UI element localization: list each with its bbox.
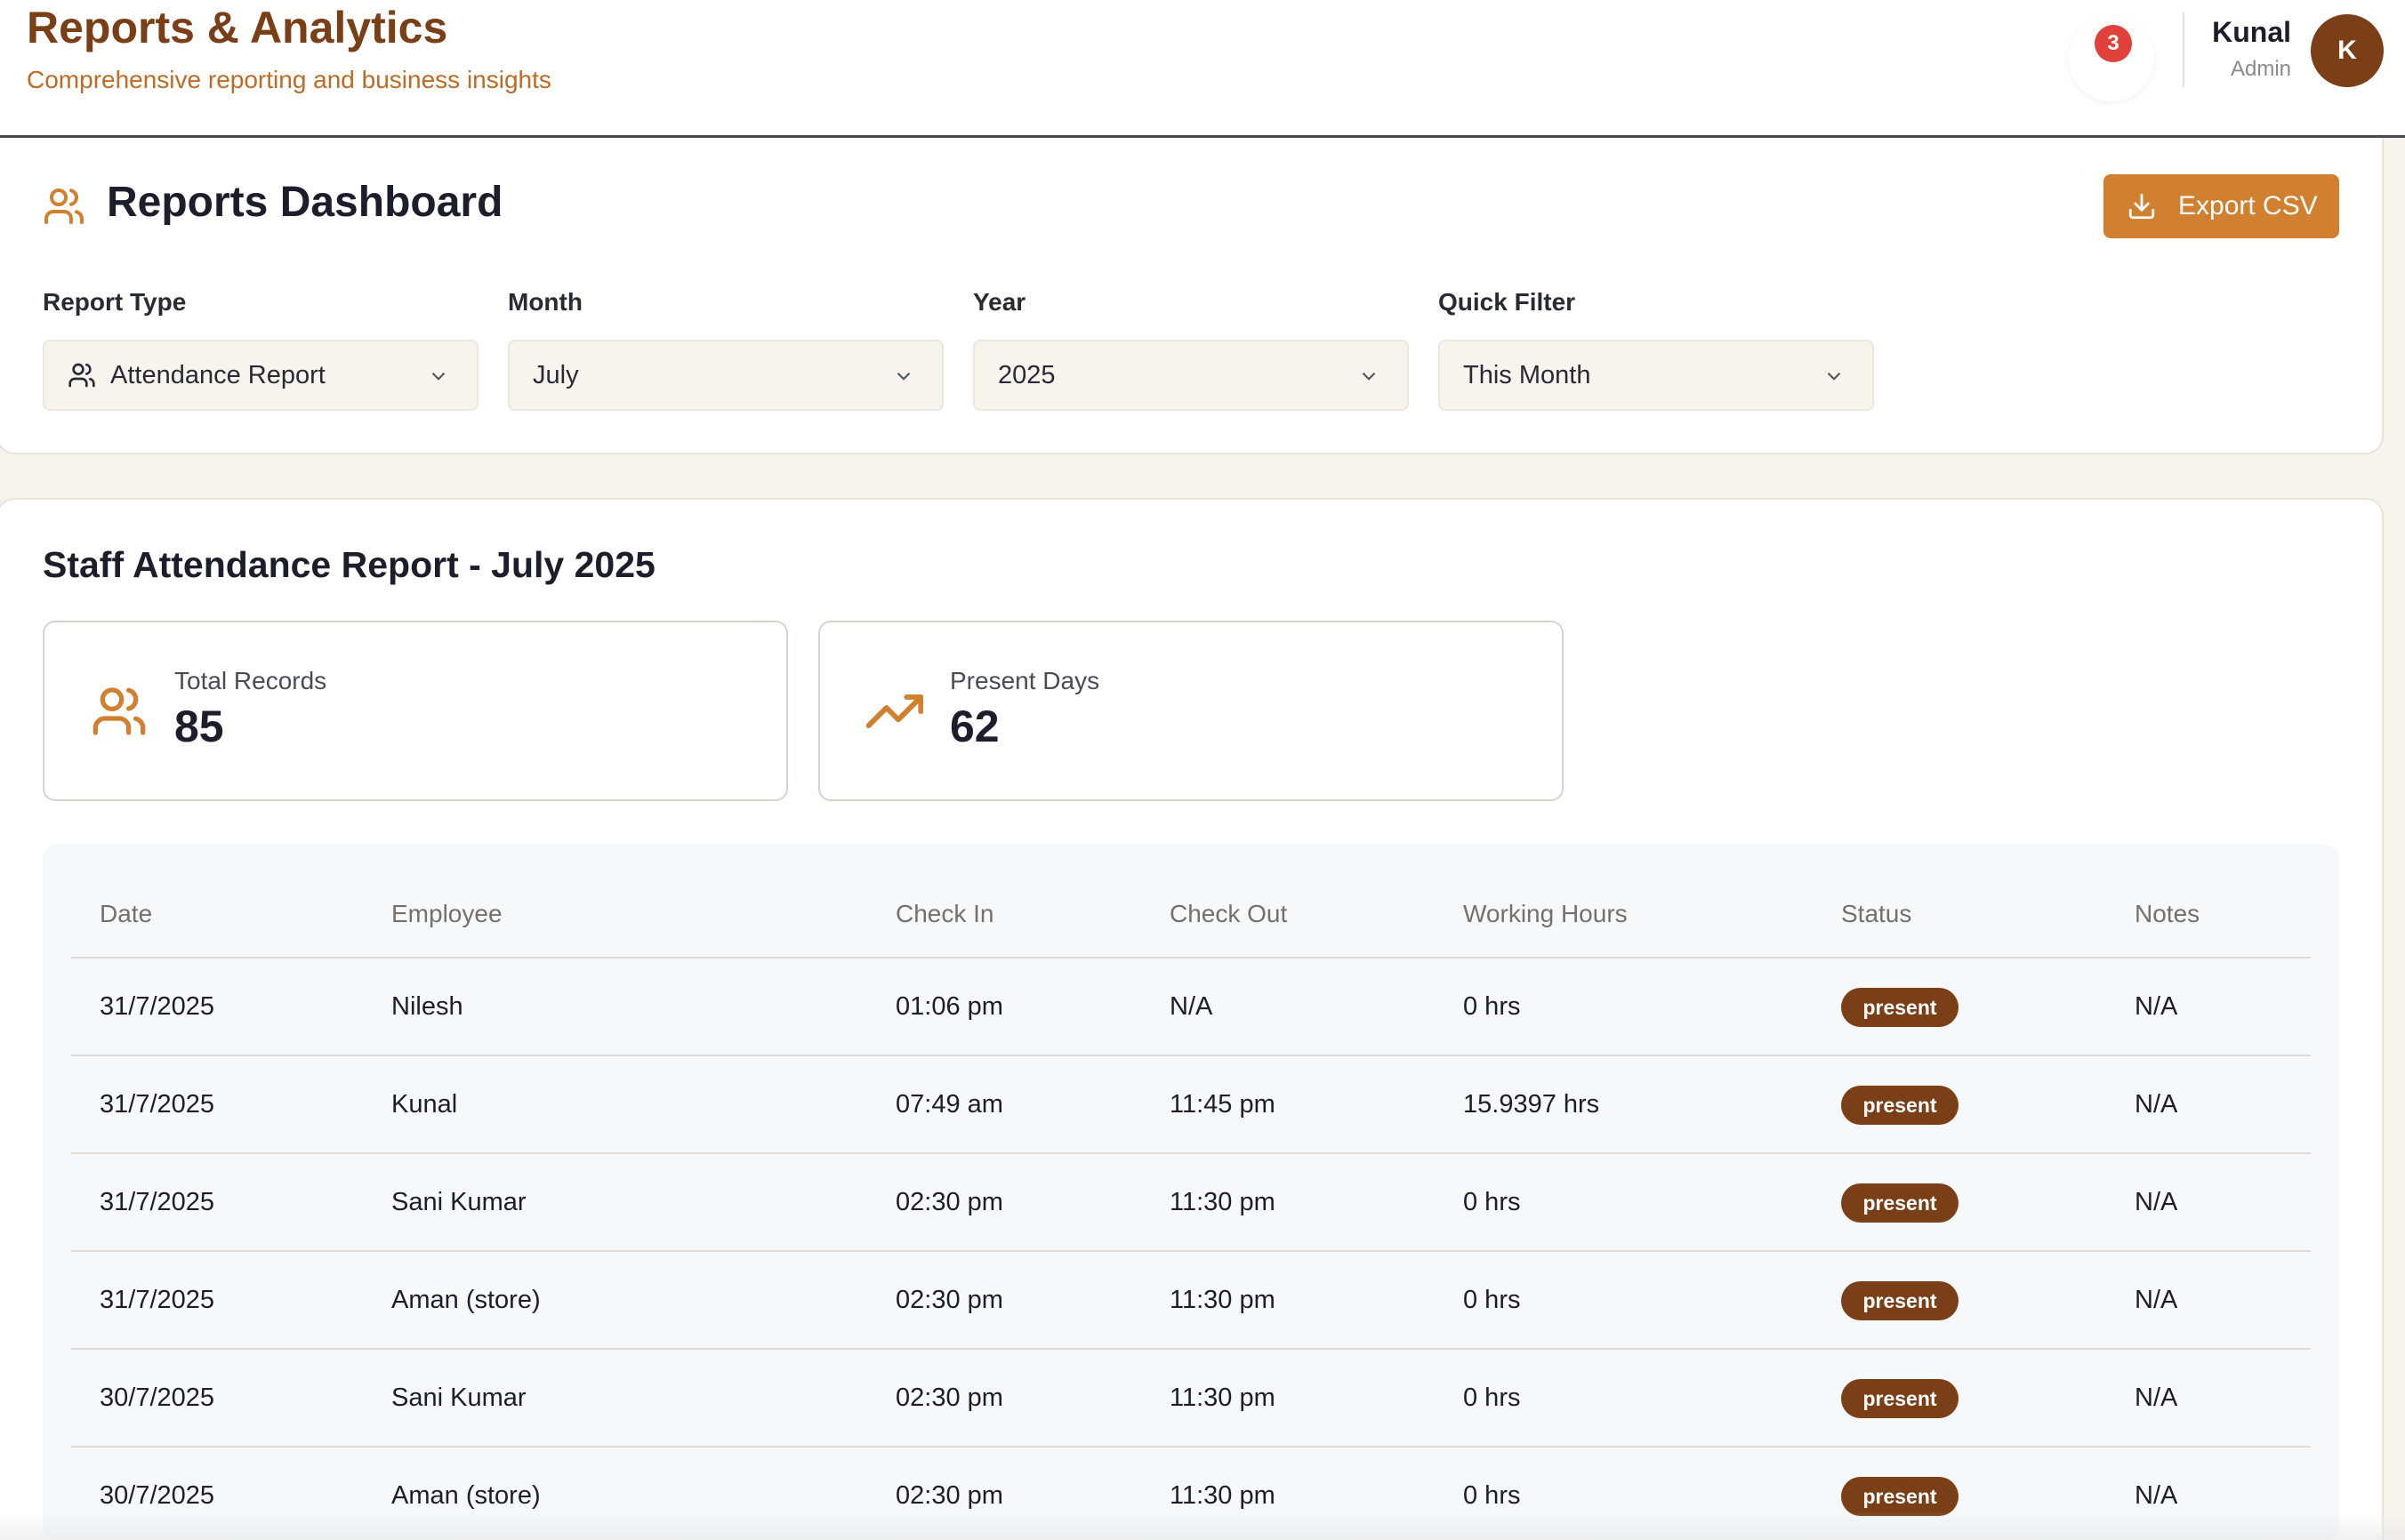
cell-employee: Aman (store) (391, 1286, 541, 1314)
column-header-employee[interactable]: Employee (391, 900, 503, 928)
column-header-working-hours[interactable]: Working Hours (1463, 900, 1628, 928)
download-icon (2128, 193, 2155, 220)
column-header-date[interactable]: Date (100, 900, 152, 928)
cell-working-hours: 0 hrs (1463, 1481, 1521, 1510)
cell-notes: N/A (2135, 992, 2178, 1021)
avatar[interactable]: K (2311, 14, 2384, 87)
report-type-value: Attendance Report (110, 360, 326, 389)
cell-check-in: 01:06 pm (896, 992, 1003, 1021)
year-value: 2025 (998, 360, 1056, 389)
row-divider (71, 1446, 2311, 1448)
chevron-down-icon (431, 372, 446, 381)
cell-working-hours: 0 hrs (1463, 1384, 1521, 1412)
stat-value: 62 (950, 702, 1000, 751)
cell-check-in: 02:30 pm (896, 1188, 1003, 1216)
quick-filter-value: This Month (1463, 360, 1591, 389)
cell-working-hours: 15.9397 hrs (1463, 1090, 1600, 1119)
year-select[interactable]: 2025 (973, 340, 1409, 411)
cell-working-hours: 0 hrs (1463, 1286, 1521, 1314)
cell-notes: N/A (2135, 1188, 2178, 1216)
stat-label: Present Days (950, 667, 1100, 694)
report-type-select[interactable]: Attendance Report (43, 340, 479, 411)
cell-notes: N/A (2135, 1481, 2178, 1510)
month-select[interactable]: July (508, 340, 944, 411)
stat-card-total-records: Total Records 85 (43, 621, 788, 801)
cell-check-in: 02:30 pm (896, 1481, 1003, 1510)
chevron-down-icon (897, 372, 911, 381)
quick-filter-select[interactable]: This Month (1438, 340, 1874, 411)
cell-check-out: 11:30 pm (1170, 1188, 1275, 1216)
stat-label: Total Records (174, 667, 327, 694)
chevron-down-icon (1362, 372, 1376, 381)
cell-check-in: 02:30 pm (896, 1286, 1003, 1314)
cell-date: 30/7/2025 (100, 1481, 215, 1510)
stat-value: 85 (174, 702, 224, 751)
status-badge: present (1841, 1086, 1959, 1125)
status-badge: present (1841, 988, 1959, 1027)
cell-date: 31/7/2025 (100, 1286, 215, 1314)
quick-filter-label: Quick Filter (1438, 288, 1576, 316)
users-icon (92, 687, 146, 735)
users-icon (68, 363, 95, 388)
users-icon (44, 188, 84, 224)
page-title: Reports & Analytics (27, 3, 448, 52)
cell-check-in: 07:49 am (896, 1090, 1003, 1119)
trending-up-icon (866, 694, 923, 728)
status-badge: present (1841, 1379, 1959, 1418)
cell-date: 30/7/2025 (100, 1384, 215, 1412)
cell-employee: Sani Kumar (391, 1188, 527, 1216)
month-value: July (533, 360, 579, 389)
row-divider (71, 1348, 2311, 1350)
row-divider (71, 1152, 2311, 1154)
report-title: Staff Attendance Report - July 2025 (43, 544, 656, 585)
notification-count-badge: 3 (2095, 25, 2132, 62)
cell-employee: Kunal (391, 1090, 458, 1119)
year-label: Year (973, 288, 1026, 316)
cell-date: 31/7/2025 (100, 1090, 215, 1119)
cell-employee: Nilesh (391, 992, 463, 1021)
cell-check-in: 02:30 pm (896, 1384, 1003, 1412)
cell-working-hours: 0 hrs (1463, 1188, 1521, 1216)
chevron-down-icon (1827, 372, 1841, 381)
page-subtitle: Comprehensive reporting and business ins… (27, 66, 551, 93)
month-label: Month (508, 288, 583, 316)
cell-notes: N/A (2135, 1286, 2178, 1314)
column-header-notes[interactable]: Notes (2135, 900, 2200, 928)
export-csv-label: Export CSV (2178, 191, 2318, 221)
cell-check-out: 11:30 pm (1170, 1384, 1275, 1412)
status-badge: present (1841, 1281, 1959, 1320)
header-divider (71, 957, 2311, 958)
cell-check-out: 11:30 pm (1170, 1286, 1275, 1314)
report-type-label: Report Type (43, 288, 187, 316)
cell-notes: N/A (2135, 1384, 2178, 1412)
row-divider (71, 1250, 2311, 1252)
cell-check-out: 11:30 pm (1170, 1481, 1275, 1510)
dashboard-title: Reports Dashboard (107, 179, 503, 226)
cell-date: 31/7/2025 (100, 992, 215, 1021)
cell-working-hours: 0 hrs (1463, 992, 1521, 1021)
column-header-status[interactable]: Status (1841, 900, 1911, 928)
row-divider (71, 1055, 2311, 1056)
status-badge: present (1841, 1477, 1959, 1516)
cell-check-out: N/A (1170, 992, 1213, 1021)
cell-check-out: 11:45 pm (1170, 1090, 1275, 1119)
cell-notes: N/A (2135, 1090, 2178, 1119)
user-name: Kunal (2212, 16, 2291, 48)
user-role: Admin (2230, 57, 2291, 81)
cell-date: 31/7/2025 (100, 1188, 215, 1216)
column-header-check-out[interactable]: Check Out (1170, 900, 1287, 928)
scroll-fade (0, 1512, 2405, 1540)
cell-employee: Aman (store) (391, 1481, 541, 1510)
column-header-check-in[interactable]: Check In (896, 900, 994, 928)
status-badge: present (1841, 1183, 1959, 1223)
cell-employee: Sani Kumar (391, 1384, 527, 1412)
export-csv-button[interactable]: Export CSV (2103, 174, 2339, 238)
stat-card-present-days: Present Days 62 (818, 621, 1564, 801)
